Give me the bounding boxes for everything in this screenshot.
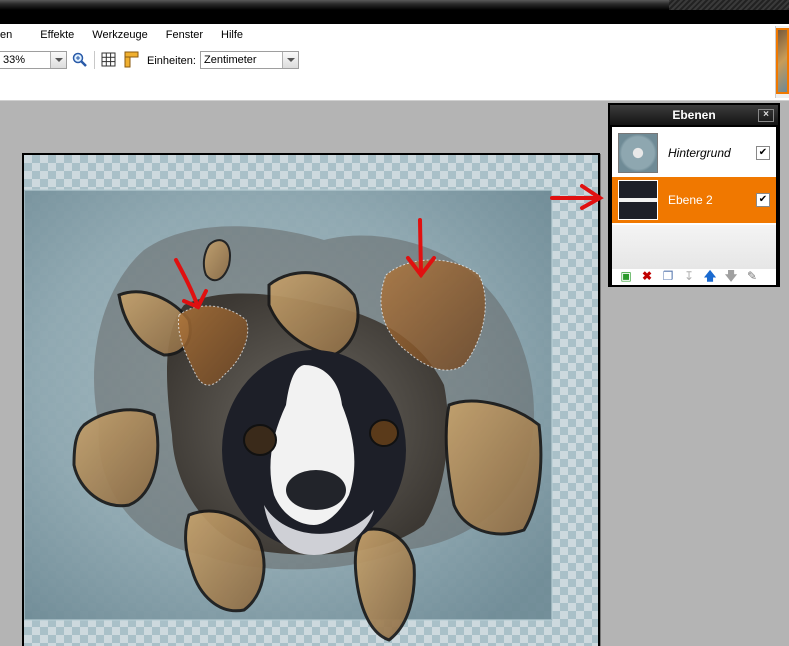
paper-flap — [72, 408, 160, 508]
layer-thumbnail — [618, 133, 658, 173]
add-layer-icon[interactable]: ▣ — [619, 269, 633, 283]
paper-flap — [353, 527, 416, 642]
layer-name: Ebene 2 — [668, 193, 713, 207]
toolbar-separator — [94, 51, 95, 69]
dog-right-eye — [369, 419, 399, 447]
menu-werkzeuge[interactable]: Werkzeuge — [92, 29, 147, 41]
chevron-down-icon[interactable] — [50, 52, 66, 68]
toolbar — [0, 46, 789, 101]
title-bar-decoration — [669, 0, 789, 10]
layer-row-ebene-2[interactable]: Ebene 2 ✔ — [612, 177, 776, 223]
zoom-combo[interactable]: 33% — [0, 51, 67, 69]
visibility-checkbox[interactable]: ✔ — [756, 146, 770, 160]
units-value: Zentimeter — [204, 54, 257, 66]
ruler-icon[interactable] — [123, 51, 139, 68]
layer-row-hintergrund[interactable]: Hintergrund ✔ — [612, 130, 776, 176]
layers-panel-title-text: Ebenen — [672, 108, 716, 122]
layer-thumbnail — [618, 180, 658, 220]
artwork-image — [24, 189, 553, 642]
menu-bilder[interactable]: en — [0, 29, 12, 41]
move-up-icon[interactable]: 🡅 — [703, 269, 717, 283]
zoom-icon[interactable] — [72, 52, 88, 68]
layers-empty-area — [612, 225, 776, 269]
dog-left-eye — [243, 424, 277, 456]
image-canvas[interactable] — [24, 155, 598, 646]
move-down-icon[interactable]: 🡇 — [724, 269, 738, 283]
image-thumbnail[interactable] — [776, 28, 789, 94]
grid-icon[interactable] — [101, 52, 116, 67]
layer-name: Hintergrund — [668, 146, 731, 160]
merge-down-icon[interactable]: ↧ — [682, 269, 696, 283]
zoom-value: 33% — [3, 54, 26, 66]
menu-bar: en Effekte Werkzeuge Fenster Hilfe — [0, 24, 789, 46]
menu-effekte[interactable]: Effekte — [40, 29, 74, 41]
paper-flap — [444, 399, 543, 536]
units-label: Einheiten: — [147, 55, 196, 67]
delete-layer-icon[interactable]: ✖ — [640, 269, 654, 283]
layer-properties-icon[interactable]: ✎ — [745, 269, 759, 283]
duplicate-layer-icon[interactable]: ❐ — [661, 269, 675, 283]
dog-nose — [286, 470, 346, 510]
close-icon[interactable]: × — [758, 109, 774, 122]
annotation-arrow — [550, 184, 604, 210]
menu-fenster[interactable]: Fenster — [166, 29, 203, 41]
layers-panel-title: Ebenen × — [610, 105, 778, 125]
chevron-down-icon[interactable] — [282, 52, 298, 68]
layers-list: Hintergrund ✔ Ebene 2 ✔ ▣ ✖ ❐ ↧ 🡅 🡇 ✎ — [612, 127, 776, 285]
menu-hilfe[interactable]: Hilfe — [221, 29, 243, 41]
layers-toolbar: ▣ ✖ ❐ ↧ 🡅 🡇 ✎ — [612, 267, 776, 285]
units-combo[interactable]: Zentimeter — [200, 51, 299, 69]
layers-panel: Ebenen × Hintergrund ✔ Ebene 2 ✔ ▣ ✖ ❐ ↧… — [608, 103, 780, 287]
visibility-checkbox[interactable]: ✔ — [756, 193, 770, 207]
